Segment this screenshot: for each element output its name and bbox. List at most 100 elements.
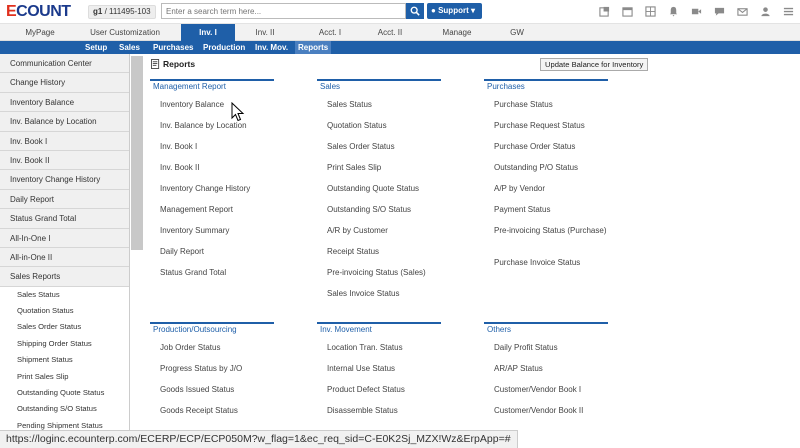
section-title: Inv. Movement [317,322,441,336]
search-input[interactable] [161,3,406,19]
sidebar-subitem-quotation-status[interactable]: Quotation Status [0,303,129,320]
report-link[interactable]: Daily Profit Status [484,341,608,362]
report-link[interactable]: Outstanding Quote Status [317,182,441,203]
report-link[interactable]: Print Sales Slip [317,161,441,182]
report-link[interactable]: Purchase Status [484,98,608,119]
tab-inv-i[interactable]: Inv. I [181,24,235,41]
tab-inv-ii[interactable]: Inv. II [235,24,295,41]
tab-acct-ii[interactable]: Acct. II [365,24,415,41]
report-link[interactable]: Inv. Balance by Location [150,119,274,140]
sidebar-item-inv-book-ii[interactable]: Inv. Book II [0,150,129,171]
report-link[interactable]: Inv. Book I [150,140,274,161]
top-bar: ECOUNT g1 / 111495-103 ● Support ▾ [0,0,800,24]
update-balance-button[interactable]: Update Balance for Inventory [540,58,649,71]
tab-mypage[interactable]: MyPage [0,24,80,41]
subtab-setup[interactable]: Setup [82,41,110,54]
tab-acct-i[interactable]: Acct. I [295,24,365,41]
ecount-logo[interactable]: ECOUNT [6,3,71,21]
report-link[interactable]: Disassemble Status [317,404,441,425]
report-link[interactable]: Goods Receipt Status [150,404,274,425]
sidebar-subitem-outstanding-quote-status[interactable]: Outstanding Quote Status [0,385,129,402]
report-link[interactable]: Pre-invoicing Status (Purchase) [484,224,608,256]
report-link[interactable]: Inventory Summary [150,224,274,245]
sidebar-item-inv-balance-by-location[interactable]: Inv. Balance by Location [0,112,129,132]
report-link[interactable]: Outstanding S/O Status [317,203,441,224]
search-icon [410,6,420,16]
report-link[interactable]: Management Report [150,203,274,224]
subtab-inv-mov[interactable]: Inv. Mov. [252,41,291,54]
tab-manage[interactable]: Manage [420,24,494,41]
report-link[interactable]: Daily Report [150,245,274,266]
report-link[interactable]: Job Order Status [150,341,274,362]
search-button[interactable] [406,3,424,19]
user-icon[interactable] [757,4,773,18]
subtab-production[interactable]: Production [200,41,248,54]
sidebar-item-status-grand-total[interactable]: Status Grand Total [0,209,129,229]
report-link[interactable]: Sales Status [317,98,441,119]
mail-icon[interactable] [734,4,750,18]
sidebar: Communication Center Change History Inve… [0,54,130,448]
sidebar-item-inv-book-i[interactable]: Inv. Book I [0,131,129,151]
sidebar-item-sales-reports[interactable]: Sales Reports [0,267,129,287]
report-link[interactable]: Product Defect Status [317,383,441,404]
sidebar-item-all-in-one-ii[interactable]: All-in-One II [0,247,129,268]
subtab-purchases[interactable]: Purchases [150,41,196,54]
sidebar-item-all-in-one-i[interactable]: All-In-One I [0,228,129,248]
new-window-icon[interactable] [596,4,612,18]
report-link[interactable]: Inventory Balance [150,98,274,119]
section-title: Others [484,322,608,336]
sidebar-item-communication-center[interactable]: Communication Center [0,54,129,74]
tab-user-customization[interactable]: User Customization [80,24,170,41]
bell-icon[interactable] [665,4,681,18]
sidebar-item-inventory-change-history[interactable]: Inventory Change History [0,170,129,190]
report-link[interactable]: Customer/Vendor Book II [484,404,608,425]
sidebar-scrollbar[interactable] [131,56,143,250]
report-link[interactable]: Customer/Vendor Book I [484,383,608,404]
report-link[interactable]: A/R by Customer [317,224,441,245]
report-link[interactable]: Purchase Order Status [484,140,608,161]
support-button[interactable]: ● Support ▾ [427,3,482,19]
sidebar-subitem-print-sales-slip[interactable]: Print Sales Slip [0,368,129,386]
report-link[interactable]: Inv. Book II [150,161,274,182]
header-tools [596,4,796,18]
report-link[interactable]: Sales Invoice Status [317,287,441,308]
chat-icon[interactable] [711,4,727,18]
report-link[interactable]: Inventory Change History [150,182,274,203]
sidebar-subitem-sales-order-status[interactable]: Sales Order Status [0,319,129,336]
report-link[interactable]: Receipt Status [317,245,441,266]
calendar-icon[interactable] [619,4,635,18]
sidebar-item-inventory-balance[interactable]: Inventory Balance [0,92,129,113]
help-icon: ● [431,6,436,15]
report-link[interactable]: Quotation Status [317,119,441,140]
report-link[interactable]: Outstanding P/O Status [484,161,608,182]
subtab-reports[interactable]: Reports [295,41,332,54]
video-icon[interactable] [688,4,704,18]
report-link[interactable]: AR/AP Status [484,362,608,383]
grid-icon[interactable] [642,4,658,18]
sidebar-item-daily-report[interactable]: Daily Report [0,189,129,210]
report-link[interactable]: Pre-invoicing Status (Sales) [317,266,441,287]
sidebar-subitem-shipping-order-status[interactable]: Shipping Order Status [0,335,129,353]
report-link[interactable]: Location Tran. Status [317,341,441,362]
main-nav: MyPage User Customization Inv. I Inv. II… [0,24,800,41]
section-title: Production/Outsourcing [150,322,274,336]
menu-icon[interactable] [780,4,796,18]
report-link[interactable]: Payment Status [484,203,608,224]
subtab-sales[interactable]: Sales [116,41,143,54]
sidebar-subitem-shipment-status[interactable]: Shipment Status [0,352,129,369]
section-sales: Sales Sales Status Quotation Status Sale… [317,79,441,308]
sidebar-item-change-history[interactable]: Change History [0,73,129,93]
company-selector[interactable]: g1 / 111495-103 [88,5,156,19]
sidebar-subitem-outstanding-so-status[interactable]: Outstanding S/O Status [0,401,129,418]
report-link[interactable]: Goods Issued Status [150,383,274,404]
report-link[interactable]: Sales Order Status [317,140,441,161]
report-link[interactable]: Purchase Invoice Status [484,256,608,277]
report-link[interactable]: Internal Use Status [317,362,441,383]
report-link[interactable]: Progress Status by J/O [150,362,274,383]
report-link[interactable]: Status Grand Total [150,266,274,287]
tab-gw[interactable]: GW [494,24,540,41]
section-production-outsourcing: Production/Outsourcing Job Order Status … [150,322,274,425]
sidebar-subitem-sales-status[interactable]: Sales Status [0,286,129,304]
report-link[interactable]: A/P by Vendor [484,182,608,203]
report-link[interactable]: Purchase Request Status [484,119,608,140]
